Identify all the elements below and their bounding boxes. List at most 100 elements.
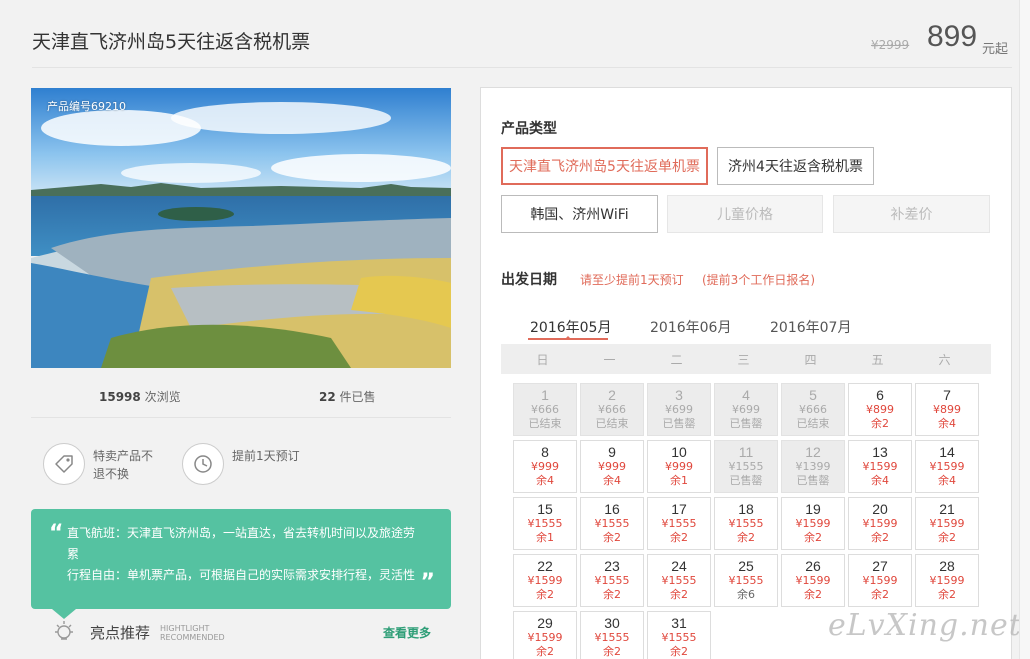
calendar-day-number: 12 <box>805 444 821 460</box>
calendar-day[interactable]: 20 ¥1599 余2 <box>848 497 912 550</box>
calendar-day-stock: 已售罄 <box>796 474 830 487</box>
price-suffix: 元起 <box>982 42 1009 57</box>
calendar-day[interactable]: 6 ¥899 余2 <box>848 383 912 436</box>
calendar-day-price: ¥1599 <box>795 574 831 587</box>
page-title: 天津直飞济州岛5天往返含税机票 <box>32 31 311 53</box>
calendar-day[interactable]: 9 ¥999 余4 <box>580 440 644 493</box>
calendar-day[interactable]: 31 ¥1555 余2 <box>647 611 711 659</box>
stats-bar: 15998 次浏览 22 件已售 <box>31 378 451 418</box>
calendar-day-price: ¥1599 <box>862 517 898 530</box>
type-option-jeju-5day[interactable]: 天津直飞济州岛5天往返单机票 <box>501 147 708 185</box>
calendar-day-number: 26 <box>805 558 821 574</box>
calendar-day-price: ¥999 <box>665 460 693 473</box>
type-option-wifi[interactable]: 韩国、济州WiFi <box>501 195 658 233</box>
calendar-day[interactable]: 14 ¥1599 余4 <box>915 440 979 493</box>
calendar-day[interactable]: 26 ¥1599 余2 <box>781 554 845 607</box>
calendar-day-stock: 余2 <box>670 531 688 544</box>
see-more-link[interactable]: 查看更多 <box>383 624 431 641</box>
calendar-day[interactable]: 28 ¥1599 余2 <box>915 554 979 607</box>
calendar-day[interactable]: 19 ¥1599 余2 <box>781 497 845 550</box>
current-price: 899 <box>927 20 978 53</box>
calendar-day-price: ¥1555 <box>594 517 630 530</box>
calendar-day-stock: 已售罄 <box>662 417 696 430</box>
calendar-day[interactable]: 15 ¥1555 余1 <box>513 497 577 550</box>
type-option-jeju-4day[interactable]: 济州4天往返含税机票 <box>717 147 874 185</box>
calendar-day-price: ¥999 <box>531 460 559 473</box>
views-label: 次浏览 <box>144 390 181 404</box>
calendar-day-price: ¥699 <box>732 403 760 416</box>
calendar-day[interactable]: 8 ¥999 余4 <box>513 440 577 493</box>
calendar-day: 11 ¥1555 已售罄 <box>714 440 778 493</box>
weekday-sun: 日 <box>536 353 549 367</box>
calendar-day[interactable]: 25 ¥1555 余6 <box>714 554 778 607</box>
calendar-day-price: ¥1555 <box>728 574 764 587</box>
booking-note: 请至少提前1天预订 <box>580 273 684 287</box>
calendar-day[interactable]: 29 ¥1599 余2 <box>513 611 577 659</box>
calendar-day-stock: 余2 <box>536 588 554 601</box>
calendar-day[interactable]: 30 ¥1555 余2 <box>580 611 644 659</box>
calendar-day[interactable]: 24 ¥1555 余2 <box>647 554 711 607</box>
calendar-day-price: ¥1555 <box>594 574 630 587</box>
calendar-day-number: 19 <box>805 501 821 517</box>
calendar-day-stock: 已售罄 <box>729 417 763 430</box>
booking-panel: 产品类型 天津直飞济州岛5天往返单机票 济州4天往返含税机票 韩国、济州WiFi… <box>480 87 1012 659</box>
calendar-day: 4 ¥699 已售罄 <box>714 383 778 436</box>
calendar-day-stock: 余4 <box>938 474 956 487</box>
clock-icon <box>182 443 224 485</box>
calendar-day-stock: 余4 <box>603 474 621 487</box>
month-tab-may[interactable]: 2016年05月 <box>530 317 611 337</box>
calendar-day[interactable]: 16 ¥1555 余2 <box>580 497 644 550</box>
calendar-day-stock: 已结束 <box>528 417 562 430</box>
calendar-day-number: 10 <box>671 444 687 460</box>
calendar-day-stock: 余2 <box>938 531 956 544</box>
calendar-day-number: 13 <box>872 444 888 460</box>
calendar-day-stock: 余6 <box>737 588 755 601</box>
original-price: ¥2999 <box>871 38 910 52</box>
calendar-day-price: ¥1599 <box>929 460 965 473</box>
calendar-day-stock: 余4 <box>871 474 889 487</box>
month-tab-july[interactable]: 2016年07月 <box>770 317 851 337</box>
calendar-day-stock: 余2 <box>603 645 621 658</box>
calendar-day-stock: 余2 <box>804 531 822 544</box>
type-option-price-diff[interactable]: 补差价 <box>833 195 990 233</box>
calendar-day-price: ¥1599 <box>527 631 563 644</box>
calendar-day-number: 25 <box>738 558 754 574</box>
calendar-day-price: ¥1599 <box>795 517 831 530</box>
active-month-caret <box>564 336 572 340</box>
product-header: 天津直飞济州岛5天往返含税机票 ¥2999 899 元起 <box>0 0 1030 68</box>
weekday-wed: 三 <box>737 353 750 367</box>
calendar-day-price: ¥666 <box>598 403 626 416</box>
type-option-child-price[interactable]: 儿童价格 <box>667 195 823 233</box>
calendar-day-stock: 余2 <box>670 645 688 658</box>
calendar-day[interactable]: 21 ¥1599 余2 <box>915 497 979 550</box>
calendar-day[interactable]: 10 ¥999 余1 <box>647 440 711 493</box>
highlight-line-1: 直飞航班：天津直飞济州岛，一站直达，省去转机时间以及旅途劳累 <box>67 526 416 561</box>
month-tab-june[interactable]: 2016年06月 <box>650 317 731 337</box>
calendar-day-stock: 余1 <box>670 474 688 487</box>
calendar-day-price: ¥1555 <box>594 631 630 644</box>
calendar-day-number: 18 <box>738 501 754 517</box>
weekday-fri: 五 <box>871 353 884 367</box>
calendar-day[interactable]: 22 ¥1599 余2 <box>513 554 577 607</box>
calendar-day[interactable]: 27 ¥1599 余2 <box>848 554 912 607</box>
calendar-day-number: 4 <box>742 387 750 403</box>
calendar-day[interactable]: 7 ¥899 余4 <box>915 383 979 436</box>
calendar-day-number: 24 <box>671 558 687 574</box>
calendar-day[interactable]: 18 ¥1555 余2 <box>714 497 778 550</box>
calendar-day-number: 23 <box>604 558 620 574</box>
calendar-day[interactable]: 17 ¥1555 余2 <box>647 497 711 550</box>
calendar-day-price: ¥1599 <box>929 517 965 530</box>
recommend-subtitle-1: HIGHTLIGHT <box>160 624 210 633</box>
calendar-day-price: ¥1555 <box>728 517 764 530</box>
sold-count: 22 <box>319 390 336 404</box>
calendar-day-number: 9 <box>608 444 616 460</box>
calendar-day-number: 15 <box>537 501 553 517</box>
calendar-day[interactable]: 13 ¥1599 余4 <box>848 440 912 493</box>
calendar-day-price: ¥899 <box>866 403 894 416</box>
page-scrollbar[interactable] <box>1019 0 1030 659</box>
calendar-day-price: ¥1599 <box>862 574 898 587</box>
calendar-day-price: ¥1399 <box>795 460 831 473</box>
calendar-day-number: 7 <box>943 387 951 403</box>
calendar-day[interactable]: 23 ¥1555 余2 <box>580 554 644 607</box>
weekday-header: 日 一 二 三 四 五 六 <box>501 344 991 374</box>
